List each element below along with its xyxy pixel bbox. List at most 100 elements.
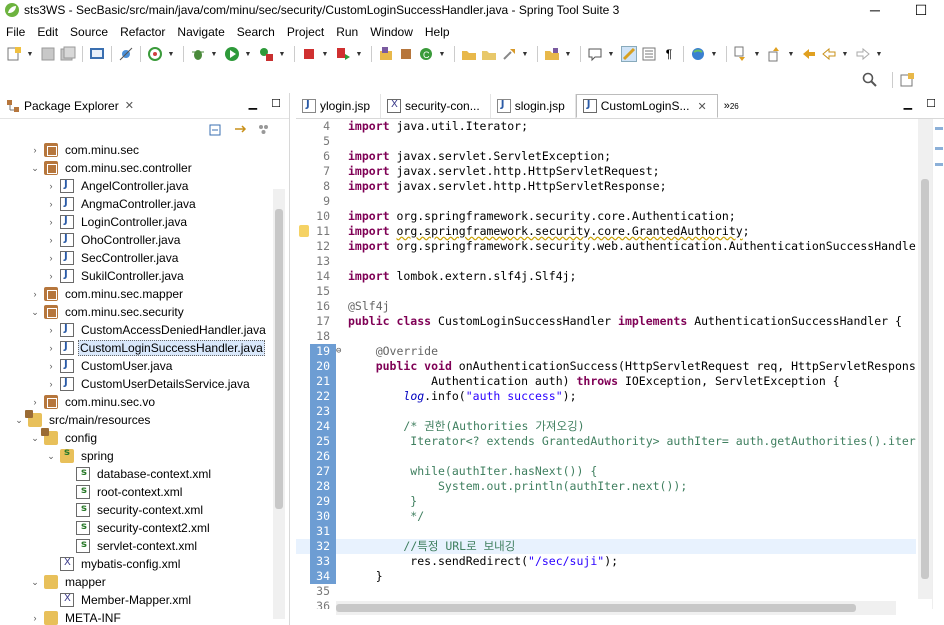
annotation-marker[interactable] xyxy=(296,209,310,224)
annotation-marker[interactable] xyxy=(296,269,310,284)
close-icon[interactable]: ✕ xyxy=(697,100,706,113)
code-editor[interactable]: 4 import java.util.Iterator; 5 6 import java… xyxy=(296,119,916,609)
tree-item[interactable]: › AngelController.java xyxy=(0,177,289,195)
open-folder-icon[interactable] xyxy=(544,46,560,62)
code-line[interactable]: 9 xyxy=(296,194,916,209)
block-selection-icon[interactable] xyxy=(641,46,657,62)
tab-slogin-jsp[interactable]: slogin.jsp xyxy=(491,94,576,118)
run-icon[interactable] xyxy=(224,46,240,62)
tree-item[interactable]: › OhoController.java xyxy=(0,231,289,249)
code-text[interactable]: res.sendRedirect("/sec/suji"); xyxy=(348,554,618,569)
code-line[interactable]: 26 xyxy=(296,449,916,464)
code-line[interactable]: 28 System.out.println(authIter.next()); xyxy=(296,479,916,494)
globe-dropdown-icon[interactable]: ▼ xyxy=(710,46,718,62)
package-explorer-tab[interactable]: Package Explorer ✕ ▁ ☐ xyxy=(0,93,289,119)
code-line[interactable]: 35 xyxy=(296,584,916,599)
chevron-down-icon[interactable]: ⌄ xyxy=(30,163,40,174)
chevron-down-icon[interactable]: ⌄ xyxy=(14,415,24,426)
search-tool-icon[interactable] xyxy=(501,46,517,62)
menu-help[interactable]: Help xyxy=(419,22,456,42)
new-dropdown-icon[interactable]: ▼ xyxy=(26,46,34,62)
annotation-marker[interactable] xyxy=(296,509,310,524)
annotation-marker[interactable] xyxy=(296,554,310,569)
chevron-down-icon[interactable]: ⌄ xyxy=(30,307,40,318)
close-icon[interactable]: ✕ xyxy=(125,99,134,112)
code-text[interactable]: */ xyxy=(348,509,424,524)
chevron-right-icon[interactable]: › xyxy=(46,361,56,371)
collapse-all-icon[interactable] xyxy=(209,122,223,139)
coverage-icon[interactable] xyxy=(258,46,274,62)
code-line[interactable]: 15 xyxy=(296,284,916,299)
chevron-right-icon[interactable]: › xyxy=(46,199,56,209)
last-edit-icon[interactable] xyxy=(801,46,817,62)
annotation-marker[interactable] xyxy=(296,374,310,389)
code-text[interactable]: import javax.servlet.http.HttpServletReq… xyxy=(348,164,660,179)
code-line[interactable]: 27 while(authIter.hasNext()) { xyxy=(296,464,916,479)
code-text[interactable]: public void onAuthenticationSuccess(Http… xyxy=(348,359,916,374)
code-line[interactable]: 34 } xyxy=(296,569,916,584)
chevron-right-icon[interactable]: › xyxy=(46,253,56,263)
tree-item[interactable]: ⌄ config xyxy=(0,428,289,447)
annotation-marker[interactable] xyxy=(296,149,310,164)
annotation-marker[interactable] xyxy=(296,524,310,539)
code-text[interactable]: while(authIter.hasNext()) { xyxy=(348,464,597,479)
code-text[interactable]: @Override xyxy=(348,344,438,359)
code-line[interactable]: 5 xyxy=(296,134,916,149)
code-text[interactable]: import org.springframework.security.core… xyxy=(348,224,750,239)
stop-dropdown-icon[interactable]: ▼ xyxy=(321,46,329,62)
tree-item[interactable]: › com.minu.sec.mapper xyxy=(0,285,289,303)
code-text[interactable]: log.info("auth success"); xyxy=(348,389,576,404)
annotation-marker[interactable] xyxy=(296,539,310,554)
annotation-marker[interactable] xyxy=(296,389,310,404)
annotation-icon[interactable] xyxy=(587,46,603,62)
code-line[interactable]: 16 @Slf4j xyxy=(296,299,916,314)
annotation-marker[interactable] xyxy=(296,134,310,149)
tree-item[interactable]: Member-Mapper.xml xyxy=(0,591,289,609)
prev-annotation-icon[interactable] xyxy=(767,46,783,62)
highlight-icon[interactable] xyxy=(621,46,637,62)
run-dropdown-icon[interactable]: ▼ xyxy=(244,46,252,62)
chevron-right-icon[interactable]: › xyxy=(30,289,40,299)
code-text[interactable]: Authentication auth) throws IOException,… xyxy=(348,374,840,389)
more-tabs-button[interactable]: » 26 xyxy=(718,94,739,118)
annotation-marker[interactable] xyxy=(296,329,310,344)
minimize-view-icon[interactable]: ▁ xyxy=(249,97,257,110)
code-text[interactable]: /* 권한(Authorities 가져오깅) xyxy=(348,419,584,434)
code-text[interactable]: import java.util.Iterator; xyxy=(348,119,528,134)
search-tool-dropdown-icon[interactable]: ▼ xyxy=(521,46,529,62)
tree-item[interactable]: database-context.xml xyxy=(0,465,289,483)
chevron-right-icon[interactable]: › xyxy=(30,613,40,623)
chevron-right-icon[interactable]: › xyxy=(30,145,40,155)
overview-ruler-mark[interactable] xyxy=(935,147,943,150)
code-line[interactable]: 11 import org.springframework.security.co… xyxy=(296,224,916,239)
skip-breakpoints-icon[interactable] xyxy=(118,46,134,62)
code-line[interactable]: 22 log.info("auth success"); xyxy=(296,389,916,404)
code-text[interactable]: public class CustomLoginSuccessHandler i… xyxy=(348,314,902,329)
editor-horizontal-scrollbar[interactable] xyxy=(336,601,896,615)
code-text[interactable]: import javax.servlet.http.HttpServletRes… xyxy=(348,179,667,194)
tree-item[interactable]: ⌄ spring xyxy=(0,447,289,465)
code-line[interactable]: 7 import javax.servlet.http.HttpServletRe… xyxy=(296,164,916,179)
tree-item[interactable]: › CustomAccessDeniedHandler.java xyxy=(0,321,289,339)
minimize-view-icon[interactable]: ▁ xyxy=(904,97,912,110)
chevron-right-icon[interactable]: › xyxy=(30,397,40,407)
code-text[interactable]: @Slf4j xyxy=(348,299,390,314)
chevron-right-icon[interactable]: › xyxy=(46,325,56,335)
tree-item[interactable]: security-context.xml xyxy=(0,501,289,519)
tree-item[interactable]: ⌄ mapper xyxy=(0,573,289,591)
code-line[interactable]: 17 public class CustomLoginSuccessHandler… xyxy=(296,314,916,329)
menu-edit[interactable]: Edit xyxy=(31,22,64,42)
code-text[interactable]: import lombok.extern.slf4j.Slf4j; xyxy=(348,269,576,284)
scrollbar-thumb[interactable] xyxy=(921,179,929,579)
refresh-dropdown-icon[interactable]: ▼ xyxy=(167,46,175,62)
annotation-marker[interactable] xyxy=(296,194,310,209)
code-line[interactable]: 29 } xyxy=(296,494,916,509)
menu-navigate[interactable]: Navigate xyxy=(171,22,230,42)
tree-item[interactable]: › META-INF xyxy=(0,609,289,625)
annotation-marker[interactable] xyxy=(296,449,310,464)
maximize-view-icon[interactable]: ☐ xyxy=(271,97,281,110)
menu-run[interactable]: Run xyxy=(330,22,364,42)
chevron-right-icon[interactable]: › xyxy=(46,235,56,245)
show-whitespace-icon[interactable]: ¶ xyxy=(661,46,677,62)
tree-item[interactable]: › AngmaController.java xyxy=(0,195,289,213)
